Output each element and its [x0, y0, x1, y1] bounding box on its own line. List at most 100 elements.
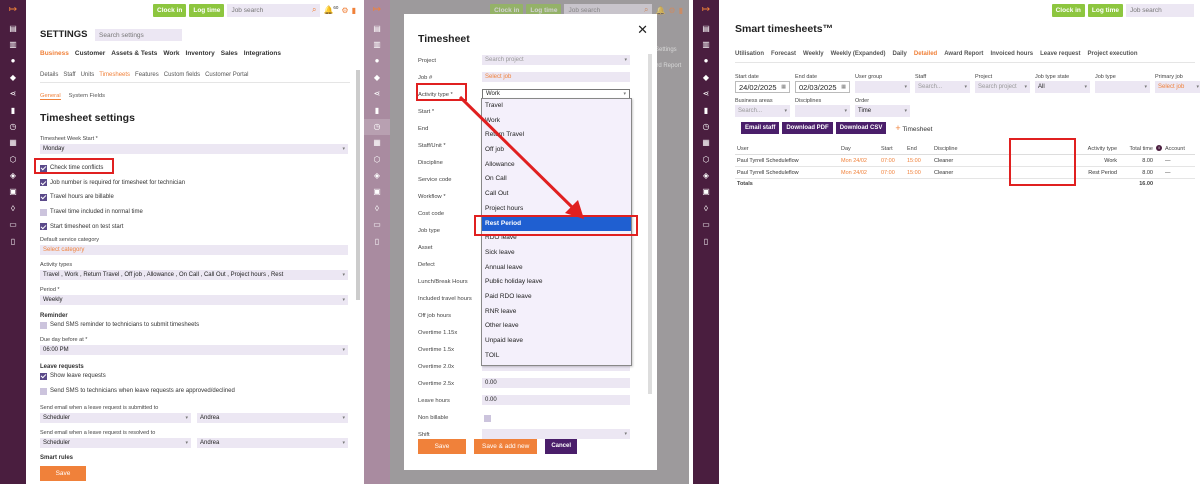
- shield-icon[interactable]: ◊: [364, 201, 390, 217]
- close-icon[interactable]: ✕: [637, 22, 648, 38]
- filter-input[interactable]: Search... ▾: [735, 105, 790, 117]
- add-timesheet-button[interactable]: + Timesheet: [895, 123, 932, 133]
- table-row[interactable]: Paul Tyrrell Scheduleflow Mon 24/02 07:00 1…: [735, 155, 1195, 167]
- sub-tab-details[interactable]: Details: [40, 72, 58, 78]
- tab-detailed[interactable]: Detailed: [914, 51, 937, 57]
- checkbox[interactable]: [40, 179, 47, 187]
- tab-weekly-expanded-[interactable]: Weekly (Expanded): [831, 51, 886, 57]
- user-icon[interactable]: ●: [364, 53, 390, 69]
- section-tab-general[interactable]: General: [40, 93, 61, 100]
- save-button[interactable]: Save: [40, 466, 86, 481]
- field-input[interactable]: Select job: [482, 72, 630, 82]
- tag-icon[interactable]: ◈: [364, 168, 390, 184]
- user-icon[interactable]: ●: [0, 53, 26, 69]
- book-icon[interactable]: ▮: [352, 6, 356, 15]
- location-icon[interactable]: ◆: [0, 70, 26, 86]
- share-icon[interactable]: ⋖: [0, 86, 26, 102]
- field-input[interactable]: 0.00: [482, 378, 630, 388]
- email-staff-button[interactable]: Email staff: [741, 122, 780, 134]
- resolved-user-select[interactable]: Andrea ▾: [197, 438, 348, 448]
- clock-icon[interactable]: ◷: [693, 119, 719, 135]
- setting-checkbox-row[interactable]: Travel time included in normal time: [40, 205, 350, 220]
- sub-tab-units[interactable]: Units: [81, 72, 95, 78]
- filter-input[interactable]: 24/02/2025 ▦: [735, 81, 790, 93]
- exit-icon[interactable]: ↦: [0, 2, 26, 18]
- dropdown-option[interactable]: Travel: [482, 99, 631, 114]
- log-time-button[interactable]: Log time: [189, 3, 225, 17]
- dropdown-option[interactable]: Off job: [482, 143, 631, 158]
- field-input[interactable]: Search project ▾: [482, 55, 630, 65]
- section-tab-system-fields[interactable]: System Fields: [69, 93, 105, 100]
- save-button[interactable]: Save: [418, 439, 466, 454]
- shield-icon[interactable]: ◊: [0, 201, 26, 217]
- dropdown-option[interactable]: Other leave: [482, 319, 631, 334]
- file-icon[interactable]: ▤: [364, 20, 390, 36]
- scan-icon[interactable]: ▣: [364, 184, 390, 200]
- download-csv-button[interactable]: Download CSV: [835, 122, 887, 134]
- document-icon[interactable]: ▥: [693, 37, 719, 53]
- sms-leave-checkbox[interactable]: Send SMS to technicians when leave reque…: [40, 385, 348, 397]
- submit-role-select[interactable]: Scheduler ▾: [40, 413, 191, 423]
- checkbox[interactable]: [40, 387, 47, 395]
- filter-input[interactable]: Time ▾: [855, 105, 910, 117]
- dropdown-option[interactable]: Paid RDO leave: [482, 290, 631, 305]
- gear-icon[interactable]: ⚙: [668, 6, 675, 15]
- main-tab-integrations[interactable]: Integrations: [244, 50, 281, 57]
- download-pdf-button[interactable]: Download PDF: [782, 122, 833, 134]
- settings-search-input[interactable]: Search settings: [95, 29, 182, 41]
- sub-tab-timesheets[interactable]: Timesheets: [99, 72, 130, 78]
- tag-icon[interactable]: ◈: [693, 168, 719, 184]
- filter-input[interactable]: ▾: [1095, 81, 1150, 93]
- setting-checkbox-row[interactable]: Travel hours are billable: [40, 190, 350, 205]
- scrollbar[interactable]: [356, 70, 360, 300]
- filter-input[interactable]: Search... ▾: [915, 81, 970, 93]
- gear-icon[interactable]: ⚙: [341, 6, 348, 15]
- dropdown-option[interactable]: Call Out: [482, 187, 631, 202]
- main-tab-sales[interactable]: Sales: [221, 50, 238, 57]
- setting-checkbox-row[interactable]: Start timesheet on test start: [40, 219, 350, 234]
- filter-input[interactable]: Search project ▾: [975, 81, 1030, 93]
- shield-icon[interactable]: ◊: [693, 201, 719, 217]
- document-icon[interactable]: ▥: [364, 37, 390, 53]
- save-add-new-button[interactable]: Save & add new: [474, 439, 538, 454]
- info-icon[interactable]: i: [1156, 145, 1162, 151]
- default-category-select[interactable]: Select category: [40, 245, 348, 255]
- dropdown-option[interactable]: Public holiday leave: [482, 275, 631, 290]
- log-time-button[interactable]: Log time: [1087, 3, 1123, 17]
- share-icon[interactable]: ⋖: [364, 86, 390, 102]
- clipboard-icon[interactable]: ▦: [0, 135, 26, 151]
- share-icon[interactable]: ⋖: [693, 86, 719, 102]
- sub-tab-staff[interactable]: Staff: [63, 72, 75, 78]
- week-start-select[interactable]: Monday ▾: [40, 144, 348, 154]
- notebook-icon[interactable]: ▯: [0, 233, 26, 249]
- dropdown-option[interactable]: Work: [482, 114, 631, 129]
- notebook-icon[interactable]: ▯: [693, 233, 719, 249]
- tab-forecast[interactable]: Forecast: [771, 51, 796, 57]
- filter-input[interactable]: ▾: [795, 105, 850, 117]
- scan-icon[interactable]: ▣: [693, 184, 719, 200]
- sub-tab-customer-portal[interactable]: Customer Portal: [205, 72, 248, 78]
- reminder-checkbox[interactable]: Send SMS reminder to technicians to subm…: [40, 319, 348, 331]
- file-icon[interactable]: ▤: [693, 20, 719, 36]
- clock-in-button[interactable]: Clock in: [153, 3, 187, 17]
- book-icon[interactable]: ▭: [693, 217, 719, 233]
- job-search-input[interactable]: Job search ⌕: [227, 3, 321, 17]
- notebook-icon[interactable]: ▯: [364, 233, 390, 249]
- dropdown-option[interactable]: TOIL: [482, 349, 631, 364]
- checkbox[interactable]: [40, 321, 47, 329]
- chart-icon[interactable]: ▮: [0, 102, 26, 118]
- bell-icon[interactable]: 🔔60: [323, 5, 338, 15]
- dropdown-option[interactable]: On Call: [482, 172, 631, 187]
- package-icon[interactable]: ⬡: [0, 152, 26, 168]
- tab-weekly[interactable]: Weekly: [803, 51, 824, 57]
- checkbox[interactable]: [40, 223, 47, 231]
- modal-scrollbar[interactable]: [648, 54, 652, 394]
- clock-icon[interactable]: ◷: [0, 119, 26, 135]
- sub-tab-features[interactable]: Features: [135, 72, 159, 78]
- exit-icon[interactable]: ↦: [693, 2, 719, 18]
- filter-input[interactable]: ▾: [855, 81, 910, 93]
- file-icon[interactable]: ▤: [0, 20, 26, 36]
- setting-checkbox-row[interactable]: Job number is required for timesheet for…: [40, 176, 350, 191]
- tab-award-report[interactable]: Award Report: [944, 51, 983, 57]
- book-icon[interactable]: ▭: [0, 217, 26, 233]
